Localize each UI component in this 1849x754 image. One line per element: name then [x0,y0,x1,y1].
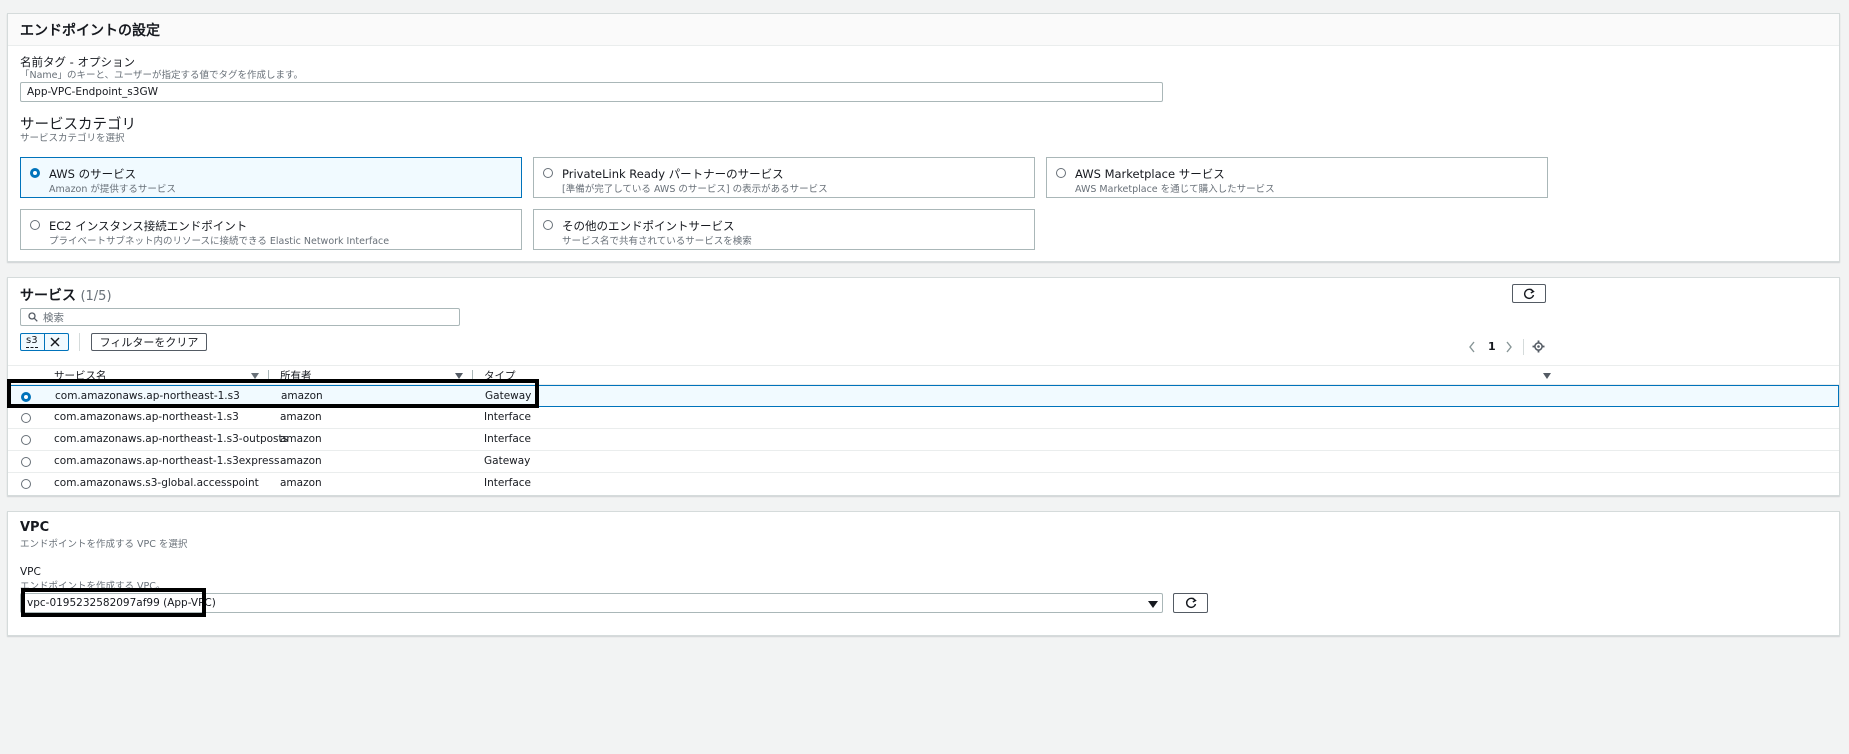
category-title: PrivateLink Ready パートナーのサービス [562,167,784,181]
filter-token: s3 [20,333,69,351]
vpc-title: VPC [20,520,50,535]
column-separator[interactable] [268,370,269,382]
category-description: [準備が完了している AWS のサービス] の表示があるサービス [562,184,828,195]
table-row[interactable]: com.amazonaws.ap-northeast-1.s3 amazon I… [8,407,1839,429]
radio-aws-marketplace[interactable] [1056,168,1066,178]
column-header-owner[interactable]: 所有者 [280,366,312,386]
service-name-cell: com.amazonaws.s3-global.accesspoint [54,477,259,489]
service-name-cell: com.amazonaws.ap-northeast-1.s3 [55,390,240,402]
endpoint-settings-title: エンドポイントの設定 [20,23,160,39]
owner-cell: amazon [280,477,322,489]
vpc-field-label: VPC [20,566,41,578]
services-title: サービス (1/5) [20,285,112,305]
type-cell: Interface [484,411,532,423]
service-category-description: サービスカテゴリを選択 [20,133,125,144]
services-table: サービス名 所有者 タイプ com.amazonaws.ap-northeast… [8,365,1839,496]
type-cell: Interface [484,433,532,445]
services-search-input[interactable]: 検索 [20,308,460,326]
category-privatelink-partner[interactable]: PrivateLink Ready パートナーのサービス [準備が完了している … [533,157,1035,198]
sort-icon[interactable] [1543,373,1551,379]
refresh-icon [1523,287,1535,299]
radio-other-endpoint-services[interactable] [543,220,553,230]
close-icon[interactable] [50,337,60,347]
row-radio[interactable] [21,392,31,402]
vpc-select[interactable]: vpc-0195232582097af99 (App-VPC) [20,593,1163,613]
service-name-cell: com.amazonaws.ap-northeast-1.s3-outposts [54,433,289,445]
clear-filter-button[interactable]: フィルターをクリア [91,333,207,351]
table-header: サービス名 所有者 タイプ [8,365,1839,385]
category-aws-marketplace[interactable]: AWS Marketplace サービス AWS Marketplace を通じ… [1046,157,1548,198]
category-title: その他のエンドポイントサービス [562,219,735,233]
column-header-service-name[interactable]: サービス名 [54,366,107,386]
type-cell: Interface [484,477,532,489]
search-placeholder: 検索 [43,311,64,324]
category-other-endpoint-services[interactable]: その他のエンドポイントサービス サービス名で共有されているサービスを検索 [533,209,1035,250]
clear-filter-label: フィルターをクリア [99,336,199,349]
vpc-selected-value: vpc-0195232582097af99 (App-VPC) [27,597,216,609]
category-title: AWS のサービス [49,167,137,181]
vpc-field-description: エンドポイントを作成する VPC。 [20,581,166,592]
owner-cell: amazon [280,455,322,467]
sort-icon[interactable] [251,373,259,379]
name-tag-value: App-VPC-Endpoint_s3GW [27,86,158,98]
endpoint-settings-header: エンドポイントの設定 [8,14,1839,46]
services-title-text: サービス [20,288,76,304]
name-tag-description: 「Name」のキーと、ユーザーが指定する値でタグを作成します。 [20,70,304,81]
row-radio[interactable] [21,435,31,445]
category-ec2-instance-connect[interactable]: EC2 インスタンス接続エンドポイント プライベートサブネット内のリソースに接続… [20,209,522,250]
filter-token-label: s3 [26,335,38,348]
caret-down-icon [1148,601,1158,608]
category-aws-services[interactable]: AWS のサービス Amazon が提供するサービス [20,157,522,198]
category-description: サービス名で共有されているサービスを検索 [562,236,752,247]
column-separator[interactable] [472,370,473,382]
row-radio[interactable] [21,457,31,467]
service-name-cell: com.amazonaws.ap-northeast-1.s3 [54,411,239,423]
services-panel: サービス (1/5) 検索 s3 フィルターをクリア 1 サービス名 所有者 タ… [7,277,1840,496]
owner-cell: amazon [280,411,322,423]
table-row[interactable]: com.amazonaws.ap-northeast-1.s3-outposts… [8,429,1839,451]
chevron-right-icon[interactable] [1505,341,1513,353]
filter-divider [79,333,80,351]
chevron-left-icon[interactable] [1468,341,1476,353]
category-description: プライベートサブネット内のリソースに接続できる Elastic Network … [49,236,390,247]
gear-icon[interactable] [1532,340,1545,353]
search-icon [28,312,38,322]
table-row[interactable]: com.amazonaws.s3-global.accesspoint amaz… [8,473,1839,495]
radio-aws-services[interactable] [30,168,40,178]
owner-cell: amazon [281,390,323,402]
token-divider [44,334,45,350]
services-count: (1/5) [80,289,112,304]
vpc-description: エンドポイントを作成する VPC を選択 [20,539,188,550]
services-refresh-button[interactable] [1512,284,1546,303]
vpc-refresh-button[interactable] [1173,593,1208,613]
row-radio[interactable] [21,479,31,489]
service-name-cell: com.amazonaws.ap-northeast-1.s3express [54,455,280,467]
table-row[interactable]: com.amazonaws.ap-northeast-1.s3express a… [8,451,1839,473]
pagination-divider [1523,339,1524,355]
name-tag-input[interactable]: App-VPC-Endpoint_s3GW [20,82,1163,102]
vpc-panel: VPC エンドポイントを作成する VPC を選択 VPC エンドポイントを作成す… [7,511,1840,636]
radio-ec2-instance-connect[interactable] [30,220,40,230]
radio-privatelink-partner[interactable] [543,168,553,178]
sort-icon[interactable] [455,373,463,379]
table-row[interactable]: com.amazonaws.ap-northeast-1.s3 amazon G… [8,385,1839,407]
page-number[interactable]: 1 [1488,340,1496,353]
owner-cell: amazon [280,433,322,445]
row-radio[interactable] [21,413,31,423]
category-description: Amazon が提供するサービス [49,184,176,195]
category-description: AWS Marketplace を通じて購入したサービス [1075,184,1275,195]
refresh-icon [1185,597,1197,608]
column-header-type[interactable]: タイプ [484,366,516,386]
category-title: EC2 インスタンス接続エンドポイント [49,219,248,233]
type-cell: Gateway [484,455,531,467]
category-title: AWS Marketplace サービス [1075,167,1225,181]
type-cell: Gateway [485,390,532,402]
endpoint-settings-panel: エンドポイントの設定 名前タグ - オプション 「Name」のキーと、ユーザーが… [7,13,1840,262]
